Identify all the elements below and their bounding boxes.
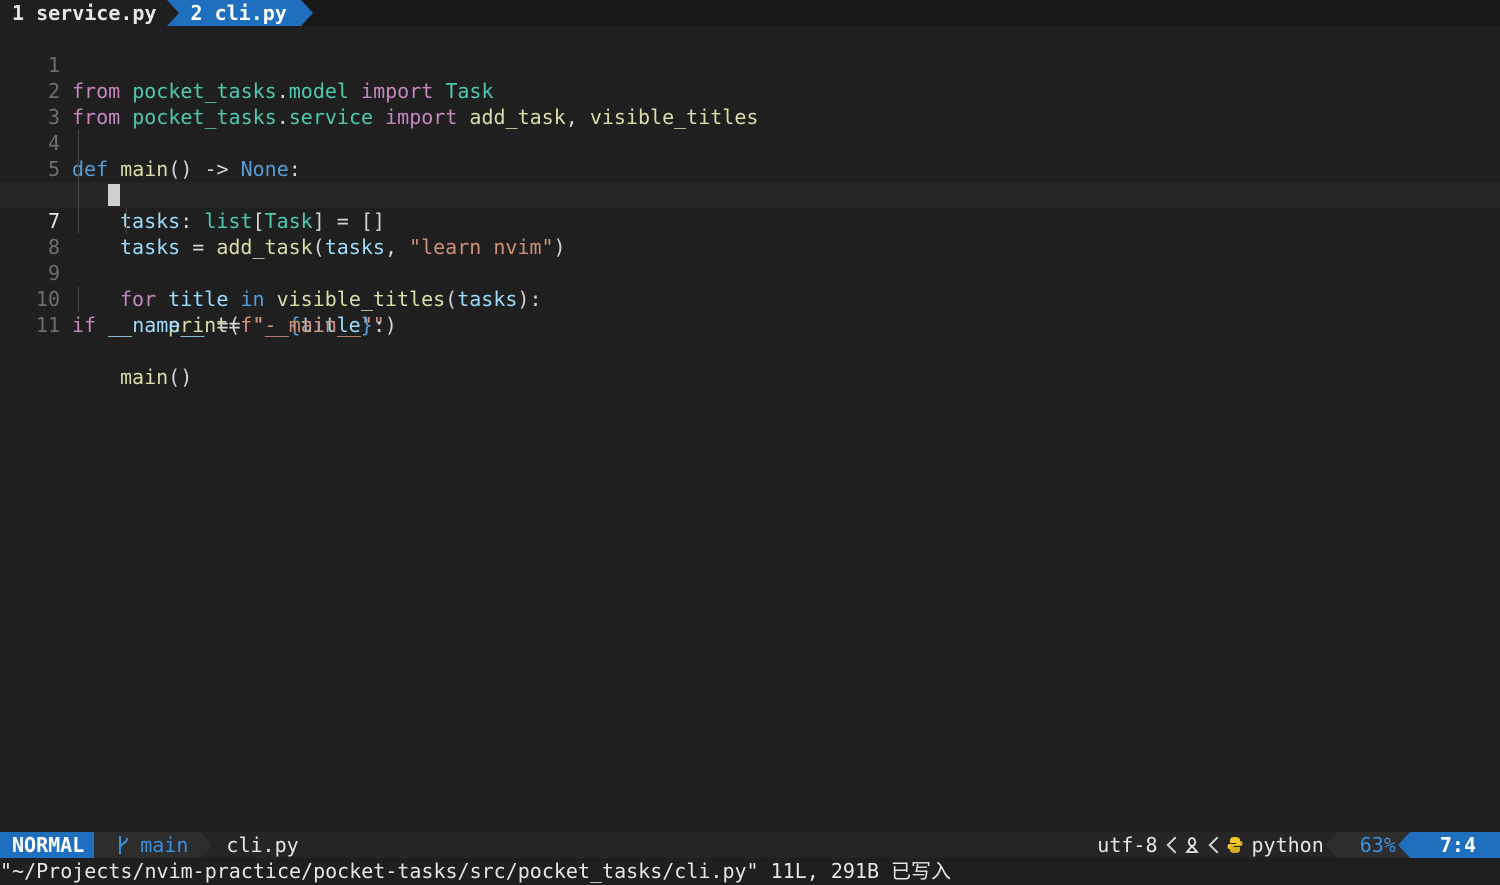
git-branch-icon <box>119 836 129 854</box>
filetype: python <box>1251 833 1324 857</box>
code-line-2[interactable]: 2 from pocket_tasks.service import add_t… <box>0 52 1500 129</box>
code-line-8[interactable]: 8 print(f"- {title}") <box>0 208 1500 337</box>
code-line-6[interactable]: 6 tasks = add_task(tasks, "learn nvim") <box>0 156 1500 259</box>
branch-name: main <box>140 833 189 857</box>
tab-service-py[interactable]: 1 service.py <box>0 0 167 26</box>
file-encoding: utf-8 <box>1097 833 1158 857</box>
status-filename: cli.py <box>226 833 299 857</box>
mode-indicator: NORMAL <box>0 832 107 858</box>
indent-guide <box>78 182 79 208</box>
editor-buffer[interactable]: 1 from pocket_tasks.model import Task 2 … <box>0 26 1500 832</box>
status-right: utf-8 python <box>1097 832 1337 858</box>
code-line-3[interactable]: 3 <box>0 78 1500 129</box>
command-line[interactable]: "~/Projects/nvim-practice/pocket-tasks/s… <box>0 858 1500 885</box>
indent-guide <box>78 130 79 156</box>
indent-guide <box>78 286 79 312</box>
python-icon <box>1227 837 1242 853</box>
git-branch[interactable]: main <box>94 832 213 858</box>
indent-guide <box>78 208 79 234</box>
separator-chevron-icon <box>1166 836 1176 854</box>
cursor-position: 7:4 <box>1397 832 1500 858</box>
tab-cli-py[interactable]: 2 cli.py <box>166 0 314 26</box>
code-line-10[interactable]: 10 if __name__ == "__main__": <box>0 260 1500 337</box>
tabline: 1 service.py 2 cli.py <box>0 0 1500 26</box>
linux-tux-icon <box>1184 837 1199 853</box>
code-line-11[interactable]: 11 main() <box>0 286 1500 389</box>
code-text: main() <box>120 365 193 389</box>
separator-chevron-icon <box>1208 836 1218 854</box>
code-text: if __name__ == "__main__": <box>72 313 386 337</box>
indent-guide <box>126 208 127 234</box>
code-line-9[interactable]: 9 <box>0 234 1500 285</box>
statusline: NORMAL main cli.py utf-8 python 63% 7:4 <box>0 832 1500 858</box>
code-line-4[interactable]: 4 def main() -> None: <box>0 104 1500 181</box>
line-number: 11 <box>35 313 60 337</box>
indent-guide <box>78 156 79 182</box>
code-line-5[interactable]: 5 tasks: list[Task] = [] <box>0 130 1500 233</box>
code-line-1[interactable]: 1 from pocket_tasks.model import Task <box>0 26 1500 103</box>
text-cursor <box>108 184 120 206</box>
code-line-7-current[interactable]: 7 for title in visible_titles(tasks): <box>0 182 1500 311</box>
